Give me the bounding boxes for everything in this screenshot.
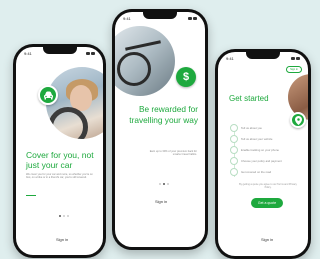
status-time: 9:41 xyxy=(123,15,131,21)
status-icons xyxy=(86,51,95,55)
step-label: Enable tracking on your phone xyxy=(241,147,279,152)
page-indicator xyxy=(159,183,169,185)
step-dot-icon xyxy=(230,145,238,154)
status-icons xyxy=(291,56,300,60)
sign-in-link[interactable]: Sign in xyxy=(56,237,68,242)
sign-in-link[interactable]: Sign in xyxy=(155,199,167,204)
phone-notch xyxy=(143,12,177,19)
status-time: 9:41 xyxy=(226,55,234,61)
headline: Be rewarded for travelling your way xyxy=(129,104,198,125)
step-item: Enable tracking on your phone xyxy=(230,144,282,155)
get-a-quote-button[interactable]: Get a quote xyxy=(251,198,283,208)
hero-photo-driver xyxy=(46,67,103,139)
step-item: Choose your policy and payment xyxy=(230,155,282,166)
step-item: Tell us about your vehicle xyxy=(230,133,282,144)
step-item: Get covered on the road xyxy=(230,166,282,177)
phone-notch xyxy=(42,47,77,54)
step-item: Tell us about you xyxy=(230,122,282,133)
top-sign-in-button[interactable]: Sign in xyxy=(286,66,302,73)
phone-get-started: 9:41 Sign in Get started Tell us about y… xyxy=(215,49,311,259)
step-label: Choose your policy and payment xyxy=(241,158,282,163)
step-dot-icon xyxy=(230,134,238,143)
screen: 9:41 Cover for you, not just your car We… xyxy=(16,47,103,255)
screen: 9:41 $ Be rewarded for travelling your w… xyxy=(115,12,205,247)
phone-onboarding-rewards: 9:41 $ Be rewarded for travelling your w… xyxy=(112,9,208,250)
body-text: We cover you for your car and more, so w… xyxy=(26,173,93,180)
body-text: Earn up to 30% of your premium back for … xyxy=(149,150,197,157)
step-label: Get covered on the road xyxy=(241,169,272,174)
terms-note: By getting a quote you agree to our Term… xyxy=(239,183,297,189)
dollar-icon: $ xyxy=(176,67,196,87)
page-indicator xyxy=(59,215,69,217)
headline: Cover for you, not just your car xyxy=(26,150,94,170)
status-time: 9:41 xyxy=(24,50,32,56)
hero-photo-bicycle xyxy=(115,26,175,96)
car-icon xyxy=(38,85,58,105)
status-icons xyxy=(188,16,197,20)
headline: Get started xyxy=(229,94,269,103)
location-pin-icon xyxy=(290,112,306,128)
phone-notch xyxy=(246,52,280,59)
sign-in-link[interactable]: Sign in xyxy=(261,237,273,242)
screen: 9:41 Sign in Get started Tell us about y… xyxy=(218,52,308,256)
step-dot-icon xyxy=(230,167,238,176)
learn-more-link[interactable] xyxy=(26,195,36,196)
phone-onboarding-cover: 9:41 Cover for you, not just your car We… xyxy=(13,44,106,258)
step-label: Tell us about your vehicle xyxy=(241,136,273,141)
steps-list: Tell us about you Tell us about your veh… xyxy=(230,122,282,177)
step-label: Tell us about you xyxy=(241,125,262,130)
step-dot-icon xyxy=(230,156,238,165)
step-dot-icon xyxy=(230,123,238,132)
